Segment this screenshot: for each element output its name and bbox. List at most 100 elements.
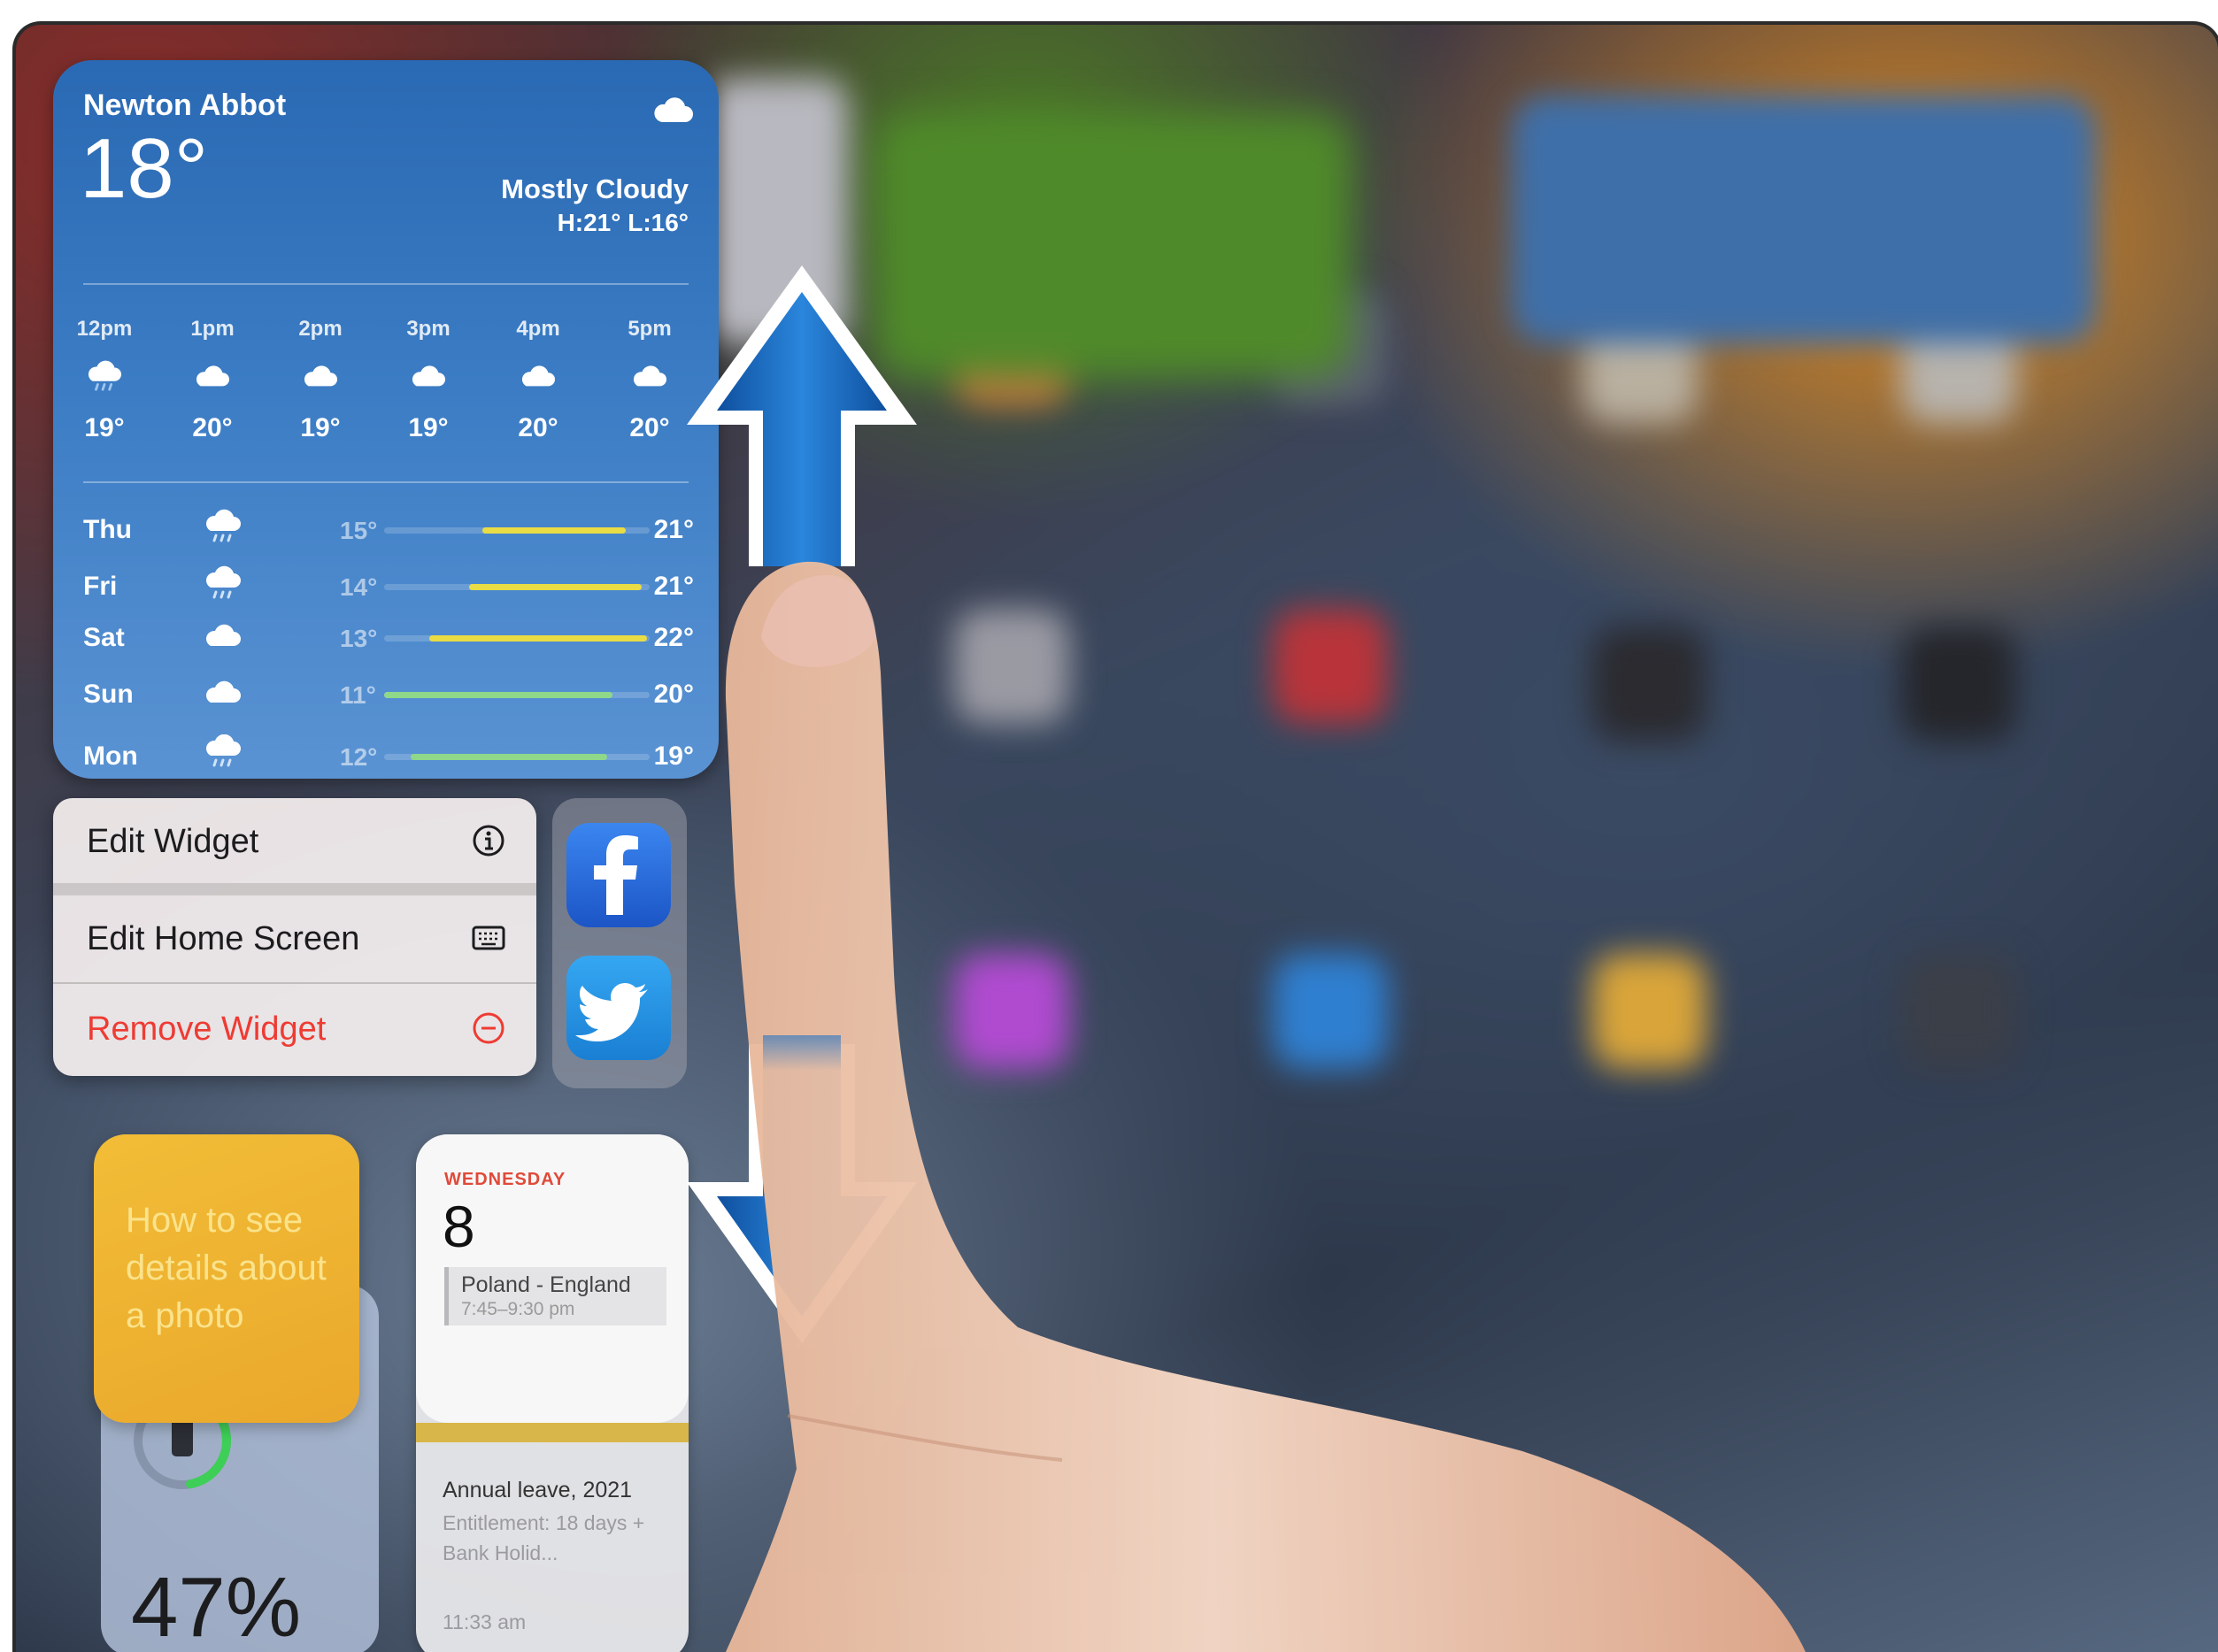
hourly-forecast-item: 3pm 19° [384,317,473,443]
ipad-screen: Newton Abbot 18° Mostly Cloudy H:21° L:1… [16,25,2218,1652]
daily-forecast-row: Sat 13° 22° [83,616,694,669]
cloud-icon [206,680,241,703]
day-name: Thu [83,515,132,544]
hourly-forecast-item: 4pm 20° [494,317,582,443]
reminder-title: Annual leave, 2021 [443,1478,633,1502]
temperature-range-fill [384,692,612,698]
blurred-app-icon [1273,954,1388,1069]
cloud-icon [633,365,666,387]
hour-temperature: 20° [629,413,670,442]
cloud-icon [521,365,555,387]
day-name: Fri [83,572,118,601]
calendar-widget[interactable]: WEDNESDAY 8 Poland - England 7:45–9:30 p… [416,1134,689,1652]
blurred-app-icon [954,609,1069,724]
blurred-app-icon [954,954,1069,1069]
weather-location: Newton Abbot [83,88,287,122]
day-high: 19° [653,741,694,771]
cloud-icon [304,365,337,387]
day-high: 20° [653,680,694,709]
hour-label: 12pm [76,317,133,341]
twitter-bird-icon [575,983,648,1041]
hour-label: 5pm [628,317,672,341]
hour-label: 2pm [298,317,343,341]
blurred-widget [874,113,1352,379]
cloud-icon [412,365,445,387]
blurred-widget [706,78,848,343]
weather-widget[interactable]: Newton Abbot 18° Mostly Cloudy H:21° L:1… [53,60,719,779]
menu-item-label: Edit Home Screen [87,920,360,957]
remove-widget-menu-item[interactable]: Remove Widget [53,986,536,1071]
blurred-app-icon [1591,954,1706,1069]
twitter-app-icon[interactable] [566,956,671,1060]
weather-condition: Mostly Cloudy [501,173,689,204]
app-stack [552,798,687,1088]
menu-item-label: Edit Widget [87,823,259,860]
weather-current-temperature: 18° [80,121,209,216]
blurred-app-icon [1273,609,1388,724]
day-high: 21° [653,572,694,601]
day-low: 15° [340,517,378,544]
temperature-range-fill [482,527,626,534]
divider [83,283,689,285]
cloud-rain-icon [88,360,121,391]
menu-item-label: Remove Widget [87,1010,327,1048]
hour-label: 3pm [406,317,451,341]
cloud-rain-icon [206,734,241,767]
day-low: 14° [340,573,378,601]
day-name: Mon [83,741,138,771]
event-title: Poland - England [461,1272,631,1297]
notes-widget[interactable]: How to see details about a photo [94,1134,359,1423]
facebook-icon [594,835,638,915]
day-low: 11° [340,681,376,709]
minus-circle-icon [473,1012,504,1044]
menu-section-gap [53,883,536,895]
reminder-time: 11:33 am [443,1610,527,1633]
calendar-event[interactable]: Poland - England 7:45–9:30 pm [444,1267,666,1325]
temperature-range-fill [429,635,647,642]
temperature-range-bar [384,584,650,590]
calendar-date: 8 [443,1194,475,1259]
daily-forecast-row: Fri 14° 21° [83,565,694,618]
temperature-range-fill [411,754,607,760]
info-icon [473,825,504,857]
cloud-rain-icon [206,509,241,542]
blurred-app-icon [1901,626,2016,741]
keyboard-icon [472,926,505,950]
edit-widget-menu-item[interactable]: Edit Widget [53,798,536,883]
weather-high-low: H:21° L:16° [557,209,689,236]
temperature-range-bar [384,692,650,698]
cloud-icon [654,97,693,122]
hour-temperature: 19° [408,413,449,442]
daily-forecast-row: Sun 11° 20° [83,672,694,726]
hourly-forecast-item: 1pm 20° [168,317,257,443]
daily-forecast-row: Mon 12° 19° [83,734,694,788]
hour-temperature: 20° [518,413,558,442]
day-low: 12° [340,743,378,771]
daily-forecast-row: Thu 15° 21° [83,508,694,561]
hour-label: 4pm [516,317,560,341]
hour-temperature: 19° [300,413,341,442]
blurred-widget [1512,96,2096,343]
day-name: Sun [83,680,134,709]
cloud-icon [206,624,241,646]
reminders-strip [416,1423,689,1442]
divider [83,481,689,483]
day-low: 13° [340,625,378,652]
calendar-card: WEDNESDAY 8 Poland - England 7:45–9:30 p… [416,1134,689,1423]
hourly-forecast-item: 12pm 19° [60,317,149,443]
day-high: 21° [653,515,694,544]
temperature-range-bar [384,635,650,642]
widget-context-menu: Edit Widget Edit Home Screen Remove Widg… [53,798,536,1076]
reminder-detail: Entitlement: 18 days + Bank Holid... [443,1511,645,1564]
facebook-app-icon[interactable] [566,823,671,927]
temperature-range-bar [384,754,650,760]
temperature-range-fill [469,584,642,590]
cloud-icon [196,365,229,387]
hour-label: 1pm [190,317,235,341]
day-high: 22° [653,623,694,652]
edit-home-screen-menu-item[interactable]: Edit Home Screen [53,895,536,980]
event-time: 7:45–9:30 pm [461,1299,575,1319]
day-name: Sat [83,623,125,652]
hourly-forecast-item: 2pm 19° [276,317,365,443]
battery-percentage: 47% [131,1560,302,1652]
